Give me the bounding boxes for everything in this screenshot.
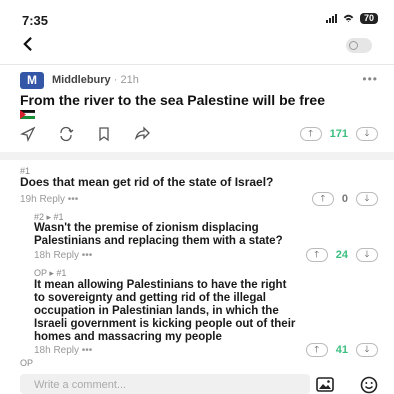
back-button[interactable] — [22, 34, 33, 56]
comment-tag: OP ▸ #1 — [34, 268, 67, 278]
downvote-button[interactable]: 🡓 — [356, 248, 378, 262]
downvote-button[interactable]: 🡓 — [356, 192, 378, 206]
signal-icon — [325, 14, 337, 23]
post-score: 171 — [329, 128, 348, 140]
downvote-button[interactable]: 🡓 — [356, 127, 378, 141]
image-icon[interactable] — [316, 377, 334, 392]
comment-text-line: Wasn't the premise of zionism displacing — [34, 222, 259, 234]
palestine-flag-icon — [20, 110, 35, 119]
header-divider — [0, 64, 394, 65]
community-name[interactable]: Middlebury — [52, 74, 111, 86]
upvote-button[interactable]: 🡑 — [305, 248, 328, 262]
status-indicators: 70 — [325, 13, 378, 24]
comment-vote-controls: 🡑 0 🡓 — [311, 192, 378, 206]
upvote-button[interactable]: 🡑 — [311, 192, 334, 206]
comment-text-line: occupation in Palestinian lands, in whic… — [34, 305, 279, 317]
notification-toggle[interactable] — [346, 38, 372, 53]
comment-text: Does that mean get rid of the state of I… — [20, 175, 274, 189]
comment-score: 0 — [341, 193, 348, 205]
comment-meta[interactable]: 18h Reply ••• — [34, 250, 92, 261]
post-vote-controls: 🡑 171 🡓 — [299, 127, 378, 141]
post-author-line[interactable]: Middlebury · 21h — [52, 74, 139, 86]
comment-placeholder: Write a comment... — [34, 379, 127, 391]
battery-indicator: 70 — [359, 13, 378, 24]
wifi-icon — [343, 14, 354, 22]
community-avatar[interactable]: M — [20, 72, 44, 89]
post-actions — [20, 126, 150, 142]
post-more-icon[interactable]: ••• — [362, 72, 378, 86]
upvote-button[interactable]: 🡑 — [299, 127, 322, 141]
post-text: From the river to the sea Palestine will… — [20, 92, 325, 108]
comment-text-line: It mean allowing Palestinians to have th… — [34, 279, 287, 291]
emoji-icon[interactable] — [360, 376, 378, 394]
comment-text-line: homes and massacring my people — [34, 331, 222, 343]
comment-text-line: Palestinians and replacing them with a s… — [34, 235, 283, 247]
comment-meta[interactable]: 19h Reply ••• — [20, 194, 78, 205]
section-separator — [0, 152, 394, 160]
post-age: · 21h — [113, 74, 139, 86]
comment-score: 41 — [335, 344, 348, 356]
comment-vote-controls: 🡑 41 🡓 — [305, 343, 378, 357]
op-tag: OP — [20, 358, 34, 368]
repost-icon[interactable] — [58, 126, 74, 142]
share-icon[interactable] — [20, 126, 36, 142]
status-time: 7:35 — [22, 13, 49, 28]
comment-score: 24 — [335, 249, 348, 261]
forward-icon[interactable] — [134, 126, 150, 142]
comment-meta[interactable]: 18h Reply ••• — [34, 345, 92, 356]
comment-text-line: Israeli government is kicking people out… — [34, 318, 296, 330]
chevron-left-icon — [23, 36, 32, 52]
bookmark-icon[interactable] — [96, 126, 112, 142]
comment-text-line: to sovereignty and getting rid of the il… — [34, 292, 266, 304]
comment-vote-controls: 🡑 24 🡓 — [305, 248, 378, 262]
upvote-button[interactable]: 🡑 — [305, 343, 328, 357]
downvote-button[interactable]: 🡓 — [356, 343, 378, 357]
toggle-knob — [349, 41, 358, 50]
